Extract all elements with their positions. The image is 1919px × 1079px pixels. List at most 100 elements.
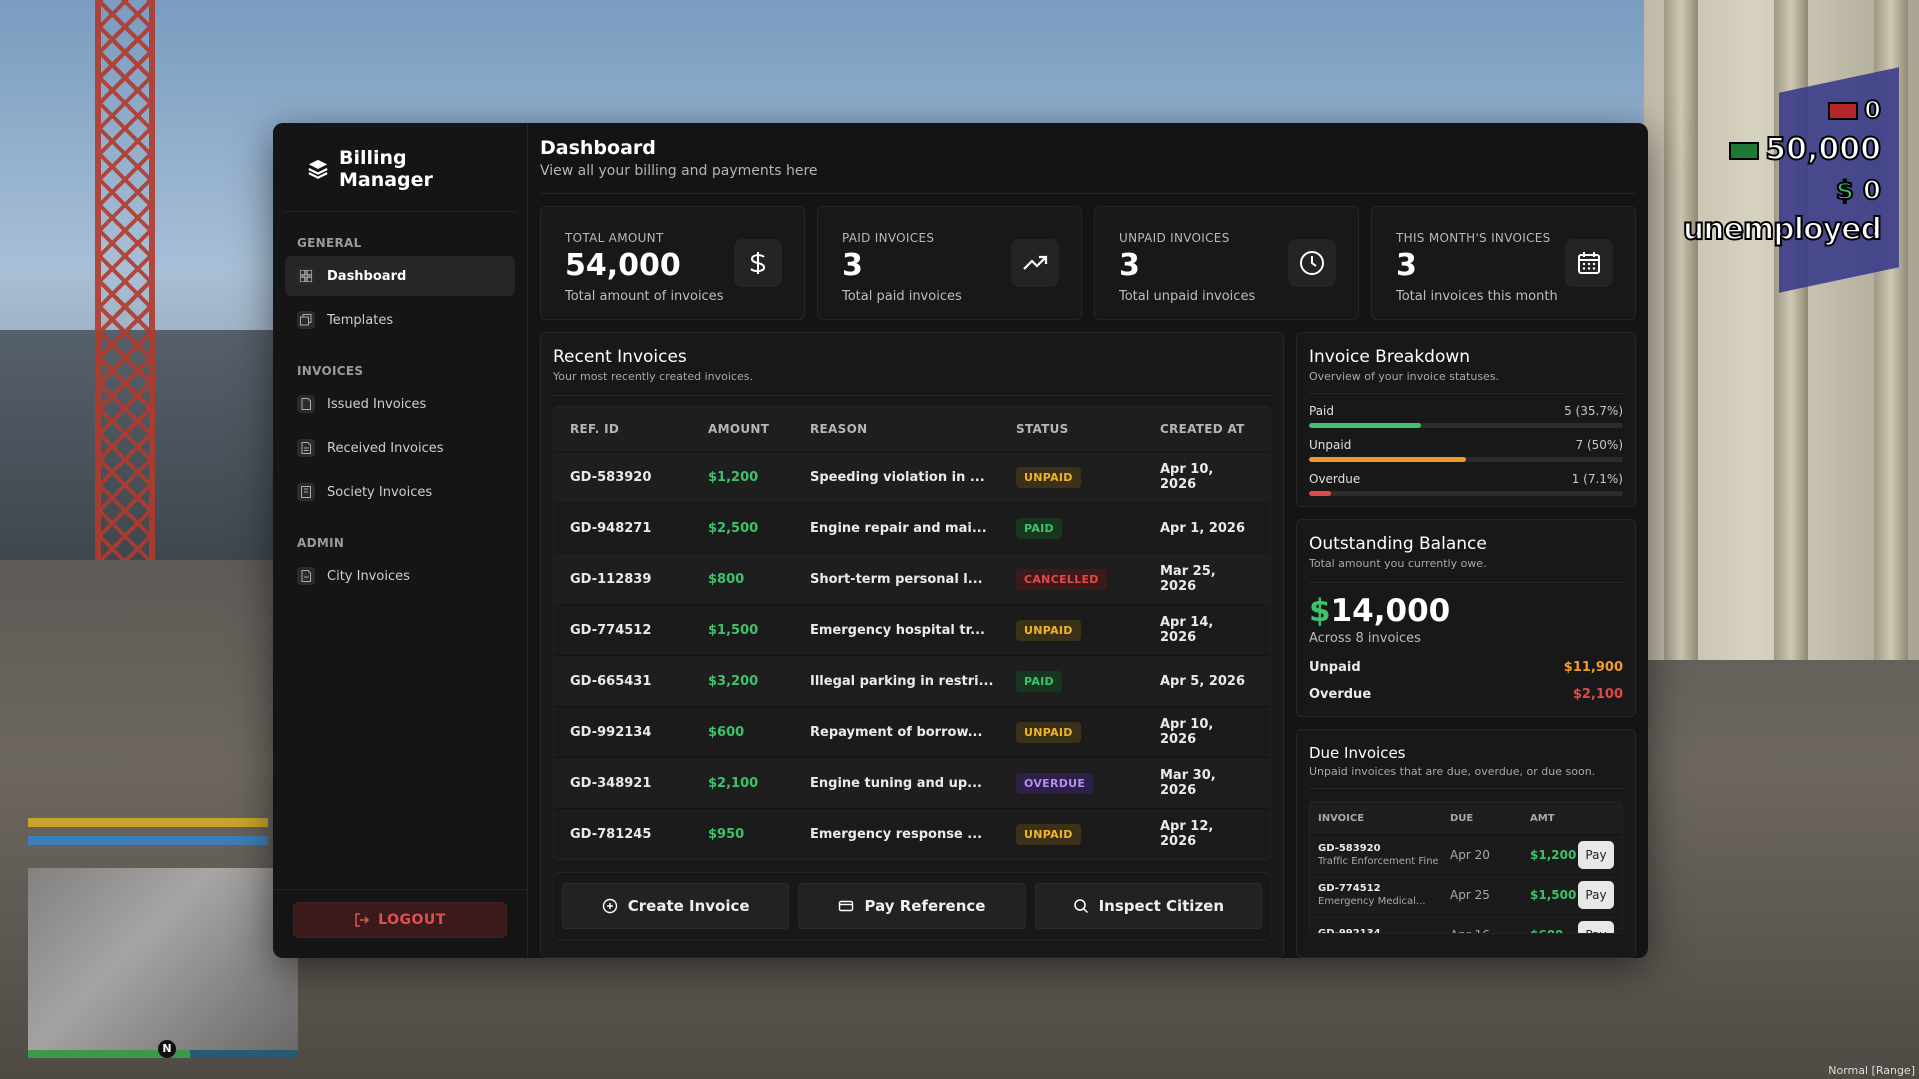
section-general: GENERAL (297, 236, 362, 250)
table-row[interactable]: GD-781245 $950 Emergency response ... UNPAI… (554, 808, 1270, 859)
divider (1309, 582, 1623, 583)
due-invoices-table: INVOICE DUE AMT GD-583920 Traffic Enforce… (1309, 801, 1623, 934)
compass-icon: N (158, 1040, 176, 1058)
due-row: GD-992134 Apr 16$600 Pay (1310, 914, 1622, 934)
logout-label: LOGOUT (378, 912, 446, 928)
stat-desc: Total invoices this month (1396, 289, 1558, 304)
balance-unpaid-label: Unpaid (1309, 660, 1361, 675)
brand: Billing Manager (283, 143, 517, 212)
logout-button[interactable]: LOGOUT (293, 902, 507, 938)
created-at: Apr 10, 2026 (1160, 717, 1214, 747)
sidebar: Billing Manager GENERAL Dashboard Templa… (273, 123, 528, 958)
sidebar-item-label: Society Invoices (327, 484, 433, 500)
voice-range: Normal [Range] (1828, 1064, 1915, 1077)
invoice-breakdown-card: Invoice Breakdown Overview of your invoi… (1296, 332, 1636, 507)
section-admin: ADMIN (297, 536, 345, 550)
stat-desc: Total unpaid invoices (1119, 289, 1256, 304)
amount: $2,500 (708, 520, 759, 536)
grid-icon (297, 267, 315, 285)
due-table-body: GD-583920 Traffic Enforcement Fine Apr 20 $… (1310, 834, 1622, 934)
invoices-table: REF. ID AMOUNT REASON STATUS CREATED AT … (553, 406, 1271, 860)
column-header: DUE (1450, 812, 1474, 824)
status-cell: PAID (1016, 517, 1160, 539)
create-invoice-button[interactable]: Create Invoice (562, 883, 790, 929)
sidebar-item-label: Issued Invoices (327, 396, 427, 412)
reason: Emergency response ... (810, 826, 983, 842)
table-row[interactable]: GD-583920 $1,200 Speeding violation in ...… (554, 451, 1270, 502)
stat-desc: Total paid invoices (842, 289, 962, 304)
trending-up-icon (1011, 239, 1059, 287)
pay-reference-button[interactable]: Pay Reference (798, 883, 1026, 929)
stats-row: TOTAL AMOUNT 54,000 Total amount of invo… (540, 206, 1636, 320)
sidebar-item-society-invoices[interactable]: Society Invoices (285, 472, 515, 512)
breakdown-value: 5 (35.7%) (1564, 404, 1623, 418)
stat-card-unpaid-invoices: UNPAID INVOICES 3 Total unpaid invoices (1094, 206, 1359, 320)
breakdown-row: Overdue 1 (7.1%) (1309, 472, 1623, 496)
stat-card-paid-invoices: PAID INVOICES 3 Total paid invoices (817, 206, 1082, 320)
ref-id: GD-112839 (570, 571, 652, 587)
status-badge: UNPAID (1016, 721, 1081, 743)
file-text-icon (297, 439, 315, 457)
status-cell: UNPAID (1016, 721, 1160, 743)
breakdown-label: Overdue (1309, 472, 1361, 486)
created-at: Apr 1, 2026 (1160, 520, 1245, 536)
file-icon (297, 567, 315, 585)
status-badge: PAID (1016, 517, 1062, 539)
recent-invoices-card: Recent Invoices Your most recently creat… (540, 332, 1284, 958)
logout-icon (355, 913, 370, 927)
progress-fill (1309, 423, 1422, 428)
pay-button[interactable]: Pay (1578, 880, 1614, 909)
reason: Engine repair and mai... (810, 520, 987, 536)
status-cell: UNPAID (1016, 466, 1160, 488)
table-row[interactable]: GD-774512 $1,500 Emergency hospital tr... U… (554, 604, 1270, 655)
due-title: Due Invoices (1309, 744, 1406, 762)
sidebar-item-label: Templates (327, 312, 394, 328)
status-badge: UNPAID (1016, 466, 1081, 488)
search-icon (1073, 899, 1088, 914)
table-row[interactable]: GD-992134 $600 Repayment of borrow... UNPAI… (554, 706, 1270, 757)
pay-button[interactable]: Pay (1578, 920, 1614, 933)
breakdown-value: 1 (7.1%) (1571, 472, 1623, 486)
ref-id: GD-583920 (570, 469, 652, 485)
divider (553, 395, 1271, 396)
balance-title: Outstanding Balance (1309, 534, 1487, 554)
pay-reference-label: Pay Reference (864, 897, 986, 915)
sidebar-item-received-invoices[interactable]: Received Invoices (285, 428, 515, 468)
due-invoice-id: GD-583920 (1318, 842, 1381, 854)
reason: Short-term personal l... (810, 571, 983, 587)
amount: $950 (708, 826, 745, 842)
sidebar-item-templates[interactable]: Templates (285, 300, 515, 340)
balance-unpaid-value: $11,900 (1563, 660, 1623, 675)
created-at: Mar 30, 2026 (1160, 768, 1216, 798)
table-row[interactable]: GD-948271 $2,500 Engine repair and mai... P… (554, 502, 1270, 553)
reason: Speeding violation in ... (810, 469, 985, 485)
currency-symbol: $ (1309, 593, 1331, 629)
due-row: GD-583920 Traffic Enforcement Fine Apr 20 $… (1310, 834, 1622, 874)
amount: $600 (708, 724, 745, 740)
due-row: GD-774512 Emergency Medical... Apr 25 $1,50… (1310, 874, 1622, 914)
ref-id: GD-348921 (570, 775, 652, 791)
table-row[interactable]: GD-112839 $800 Short-term personal l... CAN… (554, 553, 1270, 604)
stamina-bar (28, 836, 268, 845)
dollar-icon (734, 239, 782, 287)
due-amount: $1,200 (1530, 847, 1577, 862)
created-at: Apr 5, 2026 (1160, 673, 1245, 689)
sidebar-item-dashboard[interactable]: Dashboard (285, 256, 515, 296)
due-date: Apr 16 (1450, 928, 1530, 934)
pay-button[interactable]: Pay (1578, 840, 1614, 869)
amount: $1,500 (708, 622, 759, 638)
status-cell: UNPAID (1016, 823, 1160, 845)
progress-track (1309, 457, 1623, 462)
stat-card-total-amount: TOTAL AMOUNT 54,000 Total amount of invo… (540, 206, 805, 320)
sidebar-item-city-invoices[interactable]: City Invoices (285, 556, 515, 596)
breakdown-row: Paid 5 (35.7%) (1309, 404, 1623, 428)
table-row[interactable]: GD-348921 $2,100 Engine tuning and up... OV… (554, 757, 1270, 808)
inspect-citizen-button[interactable]: Inspect Citizen (1034, 883, 1262, 929)
due-invoice-id: GD-774512 (1318, 882, 1381, 894)
section-invoices: INVOICES (297, 364, 364, 378)
created-at: Apr 12, 2026 (1160, 819, 1214, 849)
table-row[interactable]: GD-665431 $3,200 Illegal parking in restri… (554, 655, 1270, 706)
sidebar-item-issued-invoices[interactable]: Issued Invoices (285, 384, 515, 424)
status-cell: OVERDUE (1016, 772, 1160, 794)
column-header: AMOUNT (708, 422, 770, 436)
